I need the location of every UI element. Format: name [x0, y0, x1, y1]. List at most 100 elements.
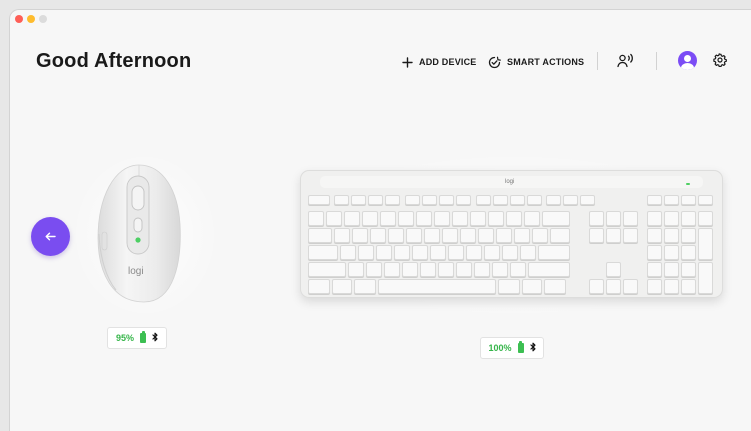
divider — [656, 52, 657, 70]
keyboard-key — [496, 228, 512, 243]
keyboard-key — [398, 211, 414, 226]
keyboard-key — [664, 211, 679, 226]
keyboard-key — [344, 211, 360, 226]
keyboard-key — [348, 262, 364, 277]
keyboard-key — [580, 195, 595, 205]
battery-percentage: 95% — [115, 333, 134, 343]
keyboard-key — [308, 228, 332, 243]
keyboard-key — [498, 279, 520, 294]
keyboard-key — [647, 262, 662, 277]
keyboard-key — [442, 228, 458, 243]
keyboard-key — [308, 262, 346, 277]
keyboard-key — [352, 228, 368, 243]
keyboard-key — [681, 245, 696, 260]
battery-icon — [517, 341, 524, 353]
keyboard-key — [606, 211, 621, 226]
keyboard-key — [664, 228, 679, 243]
keyboard-key — [506, 211, 522, 226]
keyboard-key — [376, 245, 392, 260]
keyboard-key — [589, 228, 604, 243]
bluetooth-icon — [152, 329, 158, 347]
keyboard-key — [394, 245, 410, 260]
divider — [597, 52, 598, 70]
keyboard-status-badge: 100% — [480, 337, 544, 359]
keyboard-key — [681, 211, 696, 226]
keyboard-key — [378, 279, 496, 294]
keyboard-device[interactable]: logi — [300, 170, 723, 298]
keyboard-key — [698, 262, 713, 294]
voice-button[interactable] — [617, 52, 635, 72]
keyboard-key — [334, 195, 349, 205]
arrow-left-icon — [45, 228, 56, 246]
keyboard-key — [388, 228, 404, 243]
keyboard-key — [664, 262, 679, 277]
smart-actions-label: SMART ACTIONS — [507, 57, 585, 67]
keyboard-key — [456, 262, 472, 277]
keyboard-key — [550, 228, 570, 243]
avatar-icon[interactable] — [678, 51, 697, 70]
keyboard-key — [474, 262, 490, 277]
keyboard-key — [664, 279, 679, 294]
settings-button[interactable] — [713, 52, 727, 72]
mouse-image — [97, 164, 181, 303]
keyboard-key — [326, 211, 342, 226]
keyboard-key — [606, 262, 621, 277]
page-title: Good Afternoon — [36, 50, 192, 72]
battery-icon — [140, 331, 146, 343]
title-bar — [10, 10, 751, 30]
smart-actions-button[interactable]: SMART ACTIONS — [488, 52, 584, 72]
keyboard-key — [340, 245, 356, 260]
keyboard-key — [698, 195, 713, 205]
status-led — [686, 183, 690, 185]
zoom-window-button[interactable] — [39, 15, 47, 23]
keyboard-key — [664, 245, 679, 260]
keyboard-key — [542, 211, 570, 226]
close-window-button[interactable] — [15, 15, 23, 23]
keyboard-key — [488, 211, 504, 226]
mouse-brand-logo: logi — [128, 266, 144, 277]
keyboard-key — [527, 195, 542, 205]
keyboard-key — [546, 195, 561, 205]
minimize-window-button[interactable] — [27, 15, 35, 23]
keyboard-key — [606, 228, 621, 243]
keyboard-key — [308, 279, 330, 294]
bluetooth-icon — [529, 339, 536, 357]
keyboard-key — [623, 279, 638, 294]
keyboard-key — [438, 262, 454, 277]
keyboard-key — [366, 262, 382, 277]
keyboard-key — [623, 228, 638, 243]
keyboard-key — [380, 211, 396, 226]
keyboard-key — [484, 245, 500, 260]
keyboard-key — [502, 245, 518, 260]
keyboard-key — [351, 195, 366, 205]
back-button[interactable] — [31, 217, 70, 256]
plus-icon — [402, 56, 413, 68]
keyboard-key — [510, 262, 526, 277]
voice-icon — [617, 52, 635, 73]
keyboard-key — [422, 195, 437, 205]
keyboard-key — [493, 195, 508, 205]
keyboard-key — [524, 211, 540, 226]
add-device-button[interactable]: ADD DEVICE — [402, 52, 477, 72]
keyboard-key — [514, 228, 530, 243]
keyboard-key — [368, 195, 383, 205]
keyboard-key — [623, 211, 638, 226]
keyboard-key — [460, 228, 476, 243]
keyboard-key — [416, 211, 432, 226]
keyboard-key — [452, 211, 468, 226]
keyboard-key — [532, 228, 548, 243]
keyboard-key — [589, 279, 604, 294]
keyboard-key — [522, 279, 542, 294]
keyboard-key — [681, 228, 696, 243]
keyboard-key — [681, 262, 696, 277]
keyboard-key — [354, 279, 376, 294]
keyboard-key — [470, 211, 486, 226]
keyboard-key — [538, 245, 570, 260]
keyboard-key — [406, 228, 422, 243]
keyboard-key — [466, 245, 482, 260]
keyboard-key — [402, 262, 418, 277]
keyboard-key — [420, 262, 436, 277]
mouse-device[interactable]: logi — [92, 162, 192, 312]
keyboard-key — [362, 211, 378, 226]
keyboard-key — [424, 228, 440, 243]
